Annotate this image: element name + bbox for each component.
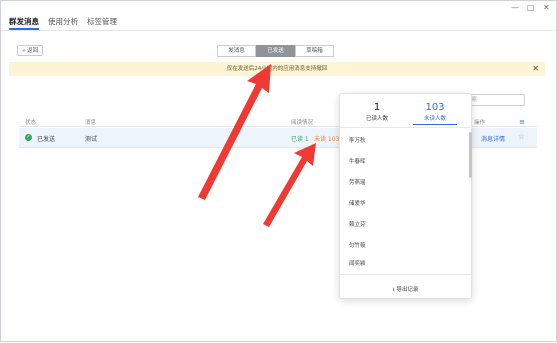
red-arrow-icon: [263, 143, 316, 227]
red-arrow-icon: [198, 64, 271, 200]
app-window: 群发消息 使用分析 标签管理 — □ ✕ « 返回 发消息 已发送 草稿箱 仅在…: [0, 0, 557, 342]
annotation-arrows: [198, 64, 316, 227]
